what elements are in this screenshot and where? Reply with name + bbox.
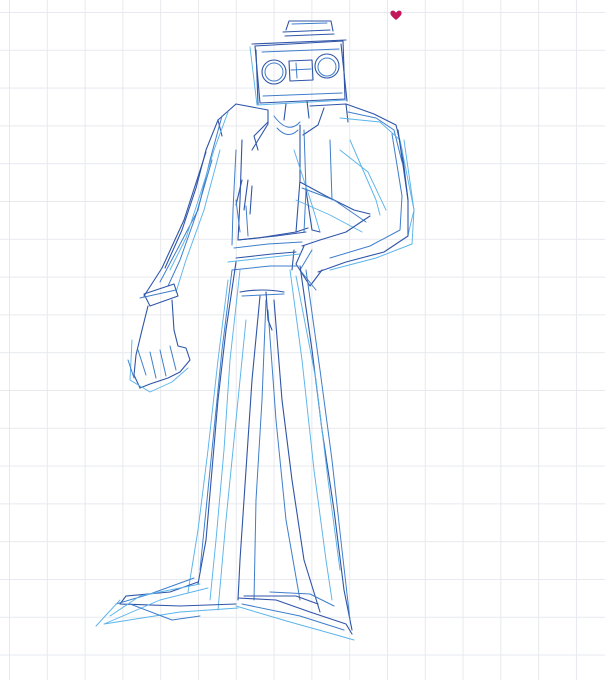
figure-sketch — [95, 20, 415, 641]
shoes — [95, 577, 355, 641]
left-arm — [127, 149, 221, 393]
trousers — [187, 261, 353, 631]
drawing-canvas[interactable] — [0, 0, 605, 680]
waist — [227, 231, 307, 297]
heart-icon — [390, 10, 402, 20]
